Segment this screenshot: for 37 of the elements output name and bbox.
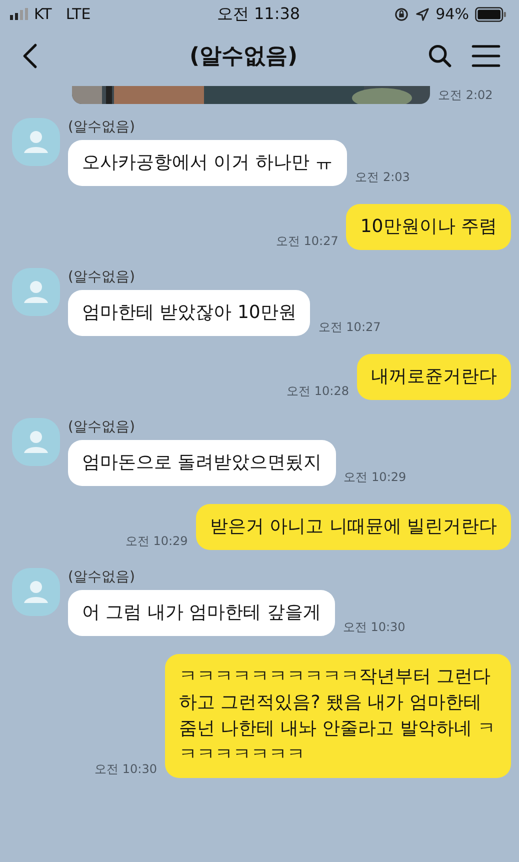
menu-icon[interactable]	[471, 43, 501, 69]
message-bubble: ㅋㅋㅋㅋㅋㅋㅋㅋㅋㅋ작년부터 그런다하고 그런적있음? 됐음 내가 엄마한테줌넌 나한테 내놔 안줄라고 발악하네 ㅋㅋㅋㅋㅋㅋㅋㅋ	[165, 654, 511, 778]
sender-name: (알수없음)	[68, 568, 135, 586]
message-time: 오전 2:03	[355, 169, 410, 186]
sender-name: (알수없음)	[68, 118, 135, 136]
signal-icon	[10, 8, 28, 20]
message-bubble: 어 그럼 내가 엄마한테 갚을게	[68, 590, 335, 636]
message-time: 오전 10:29	[125, 533, 188, 550]
rotation-lock-icon	[394, 6, 409, 22]
battery-icon	[474, 6, 507, 22]
message-time: 오전 10:30	[342, 619, 406, 636]
message-bubble: 오사카공항에서 이거 하나만 ㅠ	[68, 140, 348, 186]
search-icon[interactable]	[427, 43, 453, 69]
message-time: 오전 10:30	[94, 761, 157, 778]
battery-percent: 94%	[436, 5, 469, 23]
location-icon	[414, 6, 430, 22]
network-type: LTE	[66, 5, 91, 23]
message-time: 오전 10:27	[318, 319, 381, 336]
message-bubble: 10만원이나 주렴	[346, 204, 511, 250]
message-time: 오전 10:29	[344, 469, 406, 486]
message-bubble: 엄마한테 받았잖아 10만원	[68, 290, 310, 336]
avatar-icon[interactable]	[12, 118, 60, 166]
message-time: 오전 2:02	[438, 87, 493, 104]
message-time: 오전 10:27	[276, 233, 338, 250]
carrier-name: KT	[34, 5, 52, 23]
message-time: 오전 10:28	[286, 383, 349, 400]
sender-name: (알수없음)	[68, 418, 135, 436]
avatar-icon[interactable]	[12, 568, 60, 616]
avatar-icon[interactable]	[12, 418, 60, 466]
message-bubble: 내꺼로쥰거란다	[357, 354, 511, 400]
message-bubble: 받은거 아니고 니때뮨에 빌린거란다	[196, 504, 511, 550]
back-icon[interactable]	[22, 43, 38, 69]
avatar-icon[interactable]	[12, 268, 60, 316]
message-bubble: 엄마돈으로 돌려받았으면됬지	[68, 440, 336, 486]
clock-time: 오전 11:38	[216, 4, 300, 24]
sender-name: (알수없음)	[68, 268, 135, 286]
chat-title: (알수없음)	[188, 43, 299, 71]
